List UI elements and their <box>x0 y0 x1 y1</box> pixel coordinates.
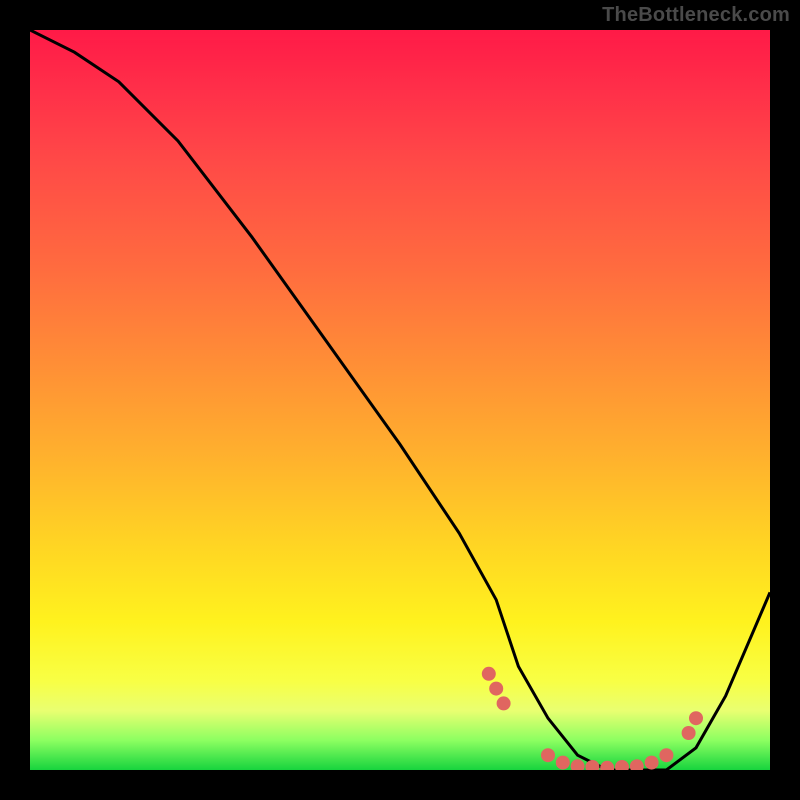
highlight-dot <box>497 696 511 710</box>
watermark-text: TheBottleneck.com <box>602 4 790 27</box>
highlight-dot <box>645 756 659 770</box>
highlight-dot <box>615 760 629 770</box>
highlight-dot <box>600 761 614 770</box>
highlight-dot <box>489 682 503 696</box>
highlight-dots-group <box>482 667 703 770</box>
bottleneck-curve-path <box>30 30 770 770</box>
curve-svg <box>30 30 770 770</box>
highlight-dot <box>541 748 555 762</box>
highlight-dot <box>571 759 585 770</box>
highlight-dot <box>659 748 673 762</box>
highlight-dot <box>689 711 703 725</box>
chart-frame: TheBottleneck.com <box>0 0 800 800</box>
highlight-dot <box>630 759 644 770</box>
plot-area <box>30 30 770 770</box>
highlight-dot <box>682 726 696 740</box>
highlight-dot <box>482 667 496 681</box>
highlight-dot <box>556 756 570 770</box>
